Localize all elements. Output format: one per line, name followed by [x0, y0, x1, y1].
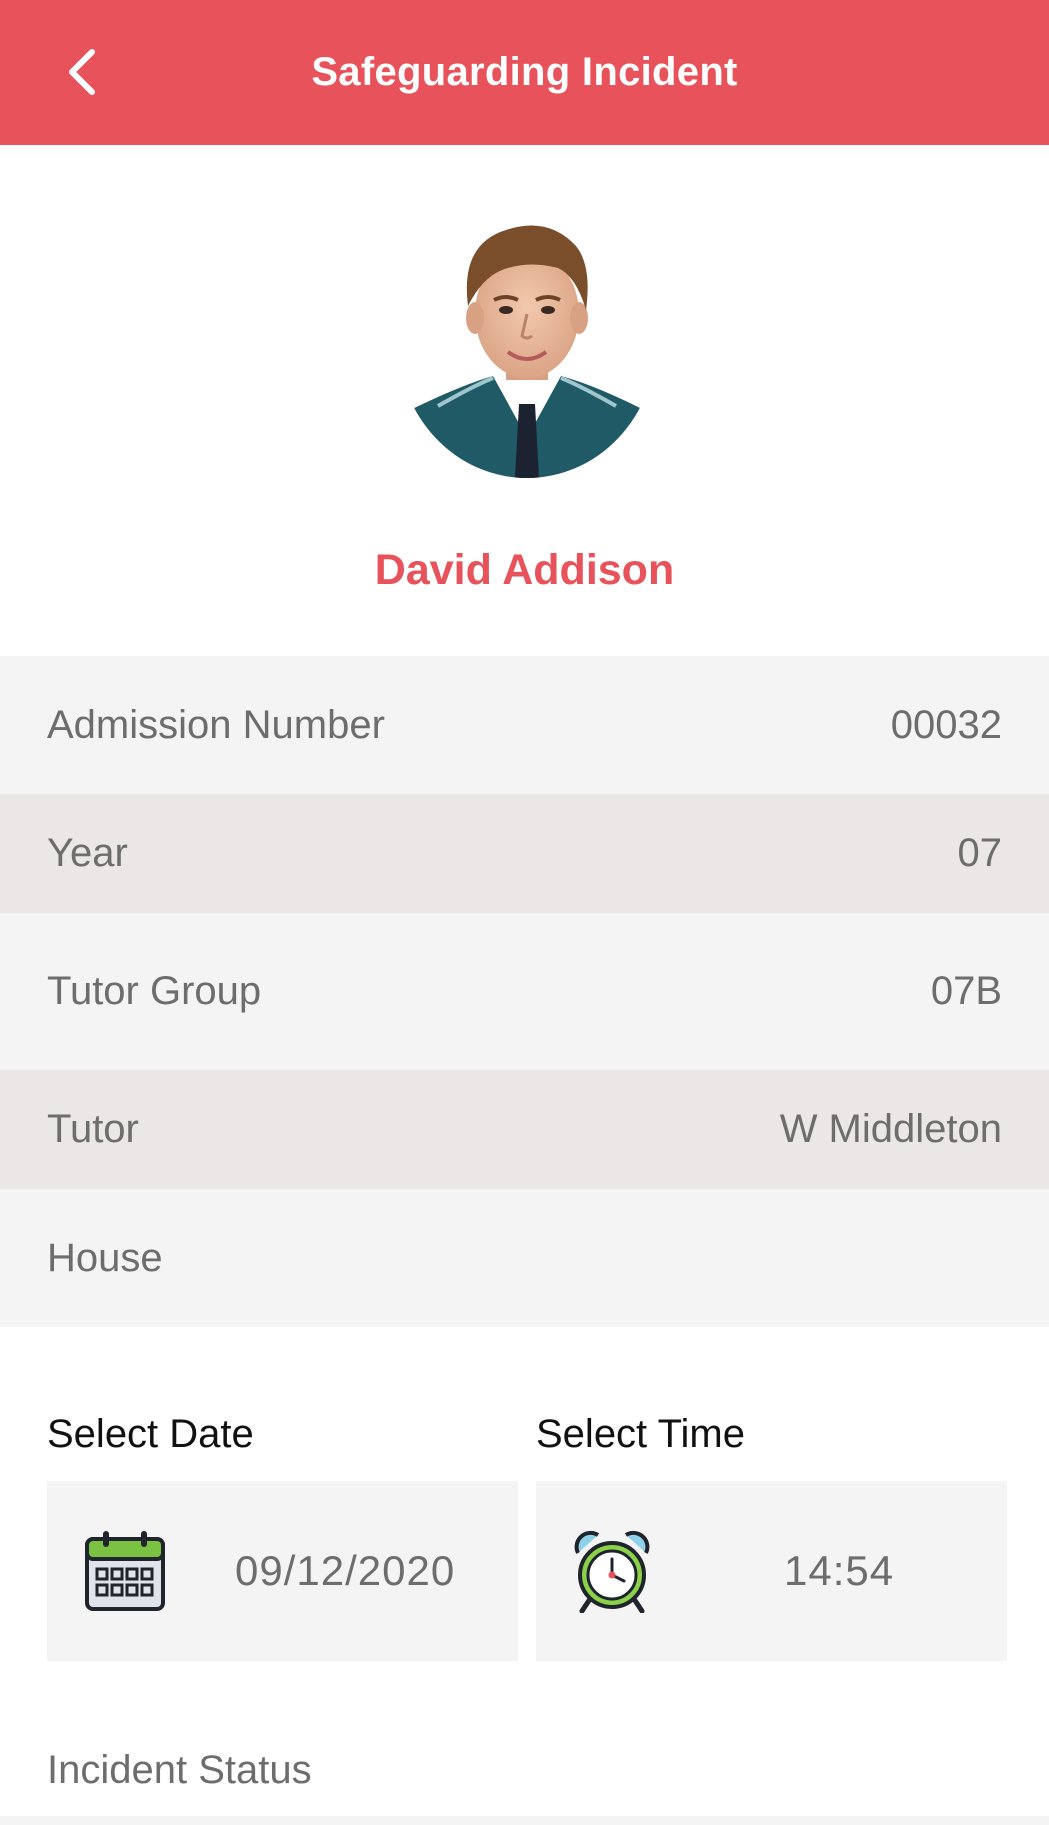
select-time-label: Select Time: [536, 1412, 745, 1456]
date-value: 09/12/2020: [235, 1547, 456, 1594]
detail-label: Admission Number: [47, 702, 385, 747]
detail-row-house: House: [0, 1189, 1049, 1327]
detail-row-admission-number: Admission Number 00032: [0, 656, 1049, 794]
detail-value: W Middleton: [779, 1107, 1002, 1151]
detail-label: Year: [47, 831, 128, 875]
incident-status-field[interactable]: [0, 1816, 1049, 1825]
alarm-clock-icon: [574, 1530, 650, 1613]
app-header: Safeguarding Incident: [0, 0, 1049, 145]
back-button[interactable]: [50, 40, 114, 104]
detail-row-tutor: Tutor W Middleton: [0, 1070, 1049, 1189]
detail-row-year: Year 07: [0, 794, 1049, 913]
detail-value: 00032: [890, 702, 1002, 747]
student-name: David Addison: [374, 546, 675, 594]
select-date-label: Select Date: [47, 1412, 254, 1456]
detail-value: 07B: [930, 969, 1002, 1013]
incident-status-label: Incident Status: [47, 1748, 312, 1792]
date-picker-button[interactable]: 09/12/2020: [47, 1481, 518, 1661]
calendar-icon: [85, 1531, 165, 1611]
time-picker-button[interactable]: 14:54: [536, 1481, 1007, 1661]
detail-label: House: [47, 1235, 163, 1280]
detail-row-tutor-group: Tutor Group 07B: [0, 913, 1049, 1070]
student-details-list: Admission Number 00032 Year 07 Tutor Gro…: [0, 656, 1049, 1327]
app-screen: Safeguarding Incident David Addison Admi…: [0, 0, 1049, 1825]
time-value: 14:54: [784, 1547, 895, 1594]
student-avatar: [398, 206, 656, 478]
page-title: Safeguarding Incident: [311, 50, 738, 94]
detail-label: Tutor: [47, 1107, 139, 1151]
chevron-left-icon: [69, 49, 95, 95]
detail-value: 07: [957, 831, 1003, 875]
detail-label: Tutor Group: [47, 969, 262, 1013]
